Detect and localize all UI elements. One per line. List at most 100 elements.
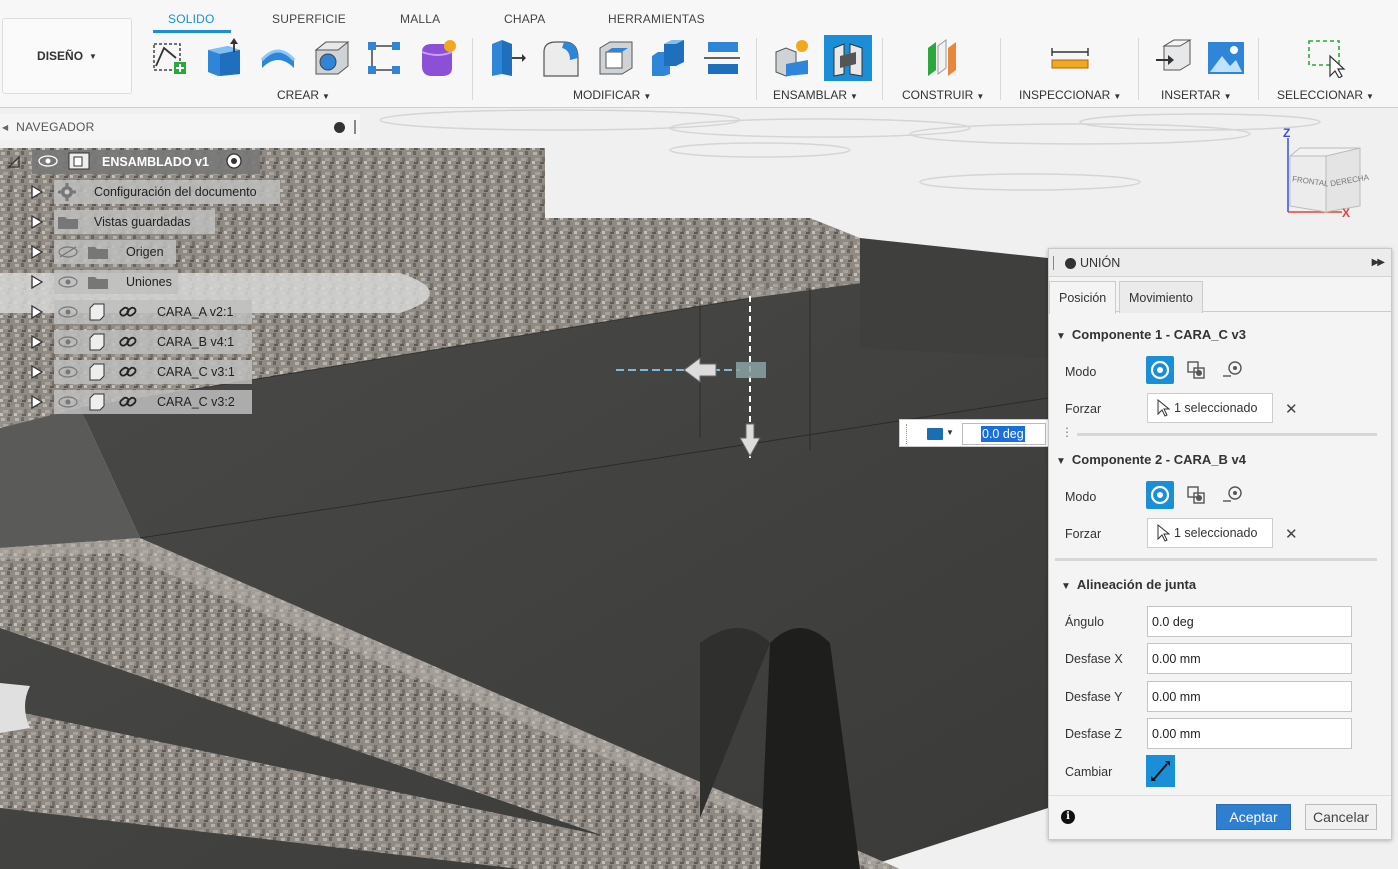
two-edge-icon [1223, 486, 1242, 502]
group-insertar[interactable]: INSERTAR ▼ [1161, 88, 1232, 102]
tab-chapa[interactable]: CHAPA [504, 12, 545, 26]
mode-simple-button[interactable] [1146, 481, 1174, 509]
expand-triangle-icon[interactable] [31, 245, 43, 259]
component-1-selection[interactable]: 1 seleccionado [1147, 393, 1273, 423]
sketch-icon[interactable] [150, 38, 190, 78]
mode-two-edge-button[interactable] [1219, 356, 1247, 384]
mode-simple-button[interactable] [1146, 356, 1174, 384]
chevron-down-icon[interactable]: ▼ [946, 428, 954, 437]
eye-icon[interactable] [58, 396, 78, 408]
expand-triangle-icon[interactable] [31, 305, 43, 319]
browser-item-cara-c-2[interactable]: CARA_C v3:2 [54, 390, 252, 414]
browser-item-document-settings[interactable]: Configuración del documento [54, 180, 280, 204]
ok-button[interactable]: Aceptar [1216, 804, 1291, 830]
section-title-text: Alineación de junta [1076, 577, 1197, 592]
collapse-triangle-icon[interactable] [8, 155, 20, 169]
eye-icon[interactable] [58, 336, 78, 348]
eye-icon[interactable] [58, 366, 78, 378]
joint-button-active[interactable] [824, 35, 872, 81]
offset-x-input[interactable]: 0.00 mm [1147, 643, 1352, 674]
group-ensamblar[interactable]: ENSAMBLAR ▼ [773, 88, 858, 102]
insert-derive-icon[interactable] [1154, 38, 1194, 78]
flip-button[interactable] [1146, 755, 1175, 787]
workspace-switcher[interactable]: DISEÑO ▼ [2, 18, 132, 94]
expand-triangle-icon[interactable] [31, 395, 43, 409]
measure-icon[interactable] [1050, 38, 1090, 78]
expand-icon[interactable]: ▶▶ [1372, 257, 1385, 268]
split-icon[interactable] [702, 38, 742, 78]
tab-herramientas[interactable]: HERRAMIENTAS [608, 12, 705, 26]
tab-superficie[interactable]: SUPERFICIE [272, 12, 346, 26]
group-modificar[interactable]: MODIFICAR ▼ [573, 88, 651, 102]
select-window-icon[interactable] [1306, 38, 1346, 78]
new-component-icon[interactable] [772, 38, 812, 78]
form-icon[interactable] [418, 38, 458, 78]
clear-selection-icon[interactable]: ✕ [1285, 400, 1298, 418]
eye-icon[interactable] [58, 306, 78, 318]
expand-triangle-icon[interactable] [31, 365, 43, 379]
offset-z-input[interactable]: 0.00 mm [1147, 718, 1352, 749]
panel-pin-icon[interactable] [1065, 258, 1076, 269]
combine-icon[interactable] [648, 38, 688, 78]
mode-between-button[interactable] [1183, 356, 1211, 384]
info-icon[interactable]: i [1061, 810, 1075, 824]
tab-solido[interactable]: SOLIDO [168, 12, 215, 26]
panel-resize-handle[interactable] [354, 120, 356, 134]
tab-movimiento[interactable]: Movimiento [1119, 281, 1203, 313]
panel-pin-icon[interactable] [334, 122, 345, 133]
shell-icon[interactable] [596, 38, 636, 78]
component-2-selection[interactable]: 1 seleccionado [1147, 518, 1273, 548]
browser-item-label: CARA_C v3:2 [157, 395, 235, 409]
collapse-icon[interactable]: ◀ [2, 123, 8, 132]
collapse-triangle-icon: ▼ [1061, 581, 1071, 592]
clear-selection-icon[interactable]: ✕ [1285, 525, 1298, 543]
mode-two-edge-button[interactable] [1219, 481, 1247, 509]
pattern-icon[interactable] [364, 38, 404, 78]
gear-icon [58, 183, 76, 201]
eye-icon[interactable] [38, 154, 58, 170]
group-seleccionar[interactable]: SELECCIONAR ▼ [1277, 88, 1374, 102]
group-construir[interactable]: CONSTRUIR ▼ [902, 88, 984, 102]
offset-y-input[interactable]: 0.00 mm [1147, 681, 1352, 712]
group-crear[interactable]: CREAR ▼ [277, 88, 330, 102]
expand-triangle-icon[interactable] [31, 185, 43, 199]
dialog-header[interactable]: UNIÓN ▶▶ [1049, 249, 1391, 277]
workspace-label: DISEÑO [37, 49, 84, 63]
press-pull-icon[interactable] [488, 38, 528, 78]
tab-malla[interactable]: MALLA [400, 12, 440, 26]
flip-label: Cambiar [1065, 765, 1113, 779]
browser-item-saved-views[interactable]: Vistas guardadas [54, 210, 215, 234]
angle-input[interactable]: 0.0 deg [1147, 606, 1352, 637]
activate-radio-icon[interactable] [225, 152, 243, 173]
browser-item-cara-a[interactable]: CARA_A v2:1 [54, 300, 252, 324]
mode-between-button[interactable] [1183, 481, 1211, 509]
insert-canvas-icon[interactable] [1206, 38, 1246, 78]
angle-type-icon[interactable] [927, 428, 943, 440]
browser-item-cara-c-1[interactable]: CARA_C v3:1 [54, 360, 252, 384]
browser-item-cara-b[interactable]: CARA_B v4:1 [54, 330, 252, 354]
drag-handle[interactable] [906, 424, 908, 444]
eye-hidden-icon[interactable] [58, 246, 78, 258]
browser-item-joints[interactable]: Uniones [54, 270, 178, 294]
browser-item-origin[interactable]: Origen [54, 240, 176, 264]
expand-triangle-icon[interactable] [31, 215, 43, 229]
browser-root-node[interactable]: ENSAMBLADO v1 [32, 150, 260, 174]
angle-value-input[interactable]: 0.0 deg [962, 423, 1046, 445]
box-icon[interactable] [312, 38, 352, 78]
tab-posicion[interactable]: Posición [1049, 281, 1117, 314]
section-alignment[interactable]: ▼ Alineación de junta [1061, 577, 1196, 592]
expand-triangle-icon[interactable] [31, 335, 43, 349]
eye-icon[interactable] [58, 276, 78, 288]
fillet-icon[interactable] [542, 38, 582, 78]
extrude-icon[interactable] [204, 38, 244, 78]
revolve-icon[interactable] [258, 38, 298, 78]
section-component-1[interactable]: ▼ Componente 1 - CARA_C v3 [1056, 327, 1246, 342]
cancel-button[interactable]: Cancelar [1305, 804, 1377, 830]
offset-z-value: 0.00 mm [1152, 727, 1201, 741]
section-component-2[interactable]: ▼ Componente 2 - CARA_B v4 [1056, 452, 1246, 467]
offset-plane-icon[interactable] [922, 38, 962, 78]
expand-triangle-icon[interactable] [31, 275, 43, 289]
drag-handle[interactable] [1053, 256, 1055, 270]
viewcube[interactable]: Z X FRONTAL DERECHA [1280, 126, 1390, 226]
group-inspeccionar[interactable]: INSPECCIONAR ▼ [1019, 88, 1121, 102]
